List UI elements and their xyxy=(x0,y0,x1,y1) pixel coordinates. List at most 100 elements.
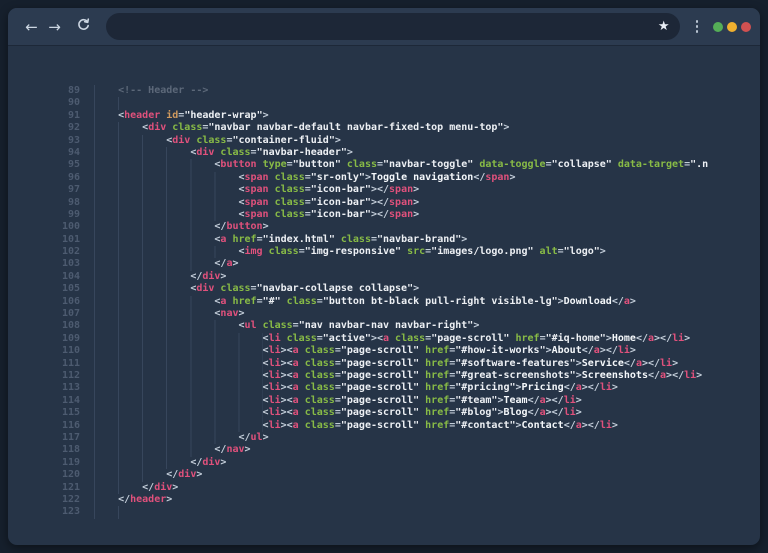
code-line: 90 xyxy=(8,97,760,109)
code-line: 113<li><a class="page-scroll" href="#pri… xyxy=(8,382,760,394)
code-text: <nav> xyxy=(214,308,244,320)
indent-guides xyxy=(94,482,142,494)
indent-guides xyxy=(94,358,263,370)
code-line: 122</header> xyxy=(8,494,760,506)
indent-guides xyxy=(94,345,263,357)
line-number: 123 xyxy=(8,506,80,518)
indent-guides xyxy=(94,258,214,270)
code-line: 115<li><a class="page-scroll" href="#blo… xyxy=(8,407,760,419)
indent-guides xyxy=(94,506,142,518)
line-number: 94 xyxy=(8,147,80,159)
line-number: 122 xyxy=(8,494,80,506)
code-line: 111<li><a class="page-scroll" href="#sof… xyxy=(8,358,760,370)
line-number: 118 xyxy=(8,444,80,456)
line-number: 101 xyxy=(8,234,80,246)
code-line: 118 </nav> xyxy=(8,444,760,456)
code-text: </a> xyxy=(214,258,238,270)
url-input[interactable] xyxy=(116,20,658,33)
indent-guides xyxy=(94,271,190,283)
line-number: 121 xyxy=(8,482,80,494)
code-line: 104 </div> xyxy=(8,271,760,283)
code-line: 117</ul> xyxy=(8,432,760,444)
code-text: </nav> xyxy=(214,444,250,456)
code-text: <li><a class="page-scroll" href="#how-it… xyxy=(263,345,636,357)
code-line: 101 <a href="index.html" class="navbar-br… xyxy=(8,234,760,246)
bookmark-star-icon[interactable]: ★ xyxy=(658,20,670,33)
back-button[interactable]: ← xyxy=(20,15,43,39)
code-text: <li><a class="page-scroll" href="#blog">… xyxy=(263,407,582,419)
status-dot-yellow[interactable] xyxy=(727,22,737,32)
code-text: </div> xyxy=(190,457,226,469)
forward-button[interactable]: → xyxy=(43,15,66,39)
code-text: <!-- Header --> xyxy=(118,85,208,97)
code-line: 98<span class="icon-bar"></span> xyxy=(8,197,760,209)
indent-guides xyxy=(94,147,190,159)
indent-guides xyxy=(94,457,190,469)
code-line: 116<li><a class="page-scroll" href="#con… xyxy=(8,420,760,432)
line-number: 105 xyxy=(8,283,80,295)
line-number: 104 xyxy=(8,271,80,283)
line-number: 92 xyxy=(8,122,80,134)
code-line: 114<li><a class="page-scroll" href="#tea… xyxy=(8,395,760,407)
code-line: 95<button type="button" class="navbar-to… xyxy=(8,159,760,171)
code-line: 107 <nav> xyxy=(8,308,760,320)
code-text: <a href="#" class="button bt-black pull-… xyxy=(214,296,636,308)
line-number: 100 xyxy=(8,221,80,233)
browser-window: ← → ★ 89<!-- Header -->9091<header id="h… xyxy=(8,8,760,545)
code-text: <a href="index.html" class="navbar-brand… xyxy=(214,234,467,246)
code-text: <li><a class="page-scroll" href="#great-… xyxy=(263,370,703,382)
code-text: </div> xyxy=(142,482,178,494)
line-number: 110 xyxy=(8,345,80,357)
code-line: 99<span class="icon-bar"></span> xyxy=(8,209,760,221)
code-text: <li class="active"><a class="page-scroll… xyxy=(263,333,691,345)
line-number: 113 xyxy=(8,382,80,394)
code-text: </div> xyxy=(190,271,226,283)
line-number: 98 xyxy=(8,197,80,209)
indent-guides xyxy=(94,444,214,456)
url-bar[interactable]: ★ xyxy=(106,13,680,40)
code-line: 119 </div> xyxy=(8,457,760,469)
code-editor[interactable]: 89<!-- Header -->9091<header id="header-… xyxy=(8,46,760,544)
line-number: 90 xyxy=(8,97,80,109)
code-line: 100</button> xyxy=(8,221,760,233)
line-number: 112 xyxy=(8,370,80,382)
indent-guides xyxy=(94,432,238,444)
code-line: 123 xyxy=(8,506,760,518)
indent-guides xyxy=(94,494,118,506)
line-number: 102 xyxy=(8,246,80,258)
code-line: 103</a> xyxy=(8,258,760,270)
code-text: <div class="navbar navbar-default navbar… xyxy=(142,122,509,134)
status-dot-red[interactable] xyxy=(741,22,751,32)
status-dot-green[interactable] xyxy=(713,22,723,32)
line-number: 107 xyxy=(8,308,80,320)
code-text: <div class="navbar-header"> xyxy=(190,147,353,159)
code-text: <div class="navbar-collapse collapse"> xyxy=(190,283,419,295)
indent-guides xyxy=(94,333,263,345)
indent-guides xyxy=(94,159,214,171)
code-line: 94 <div class="navbar-header"> xyxy=(8,147,760,159)
code-text: <ul class="nav navbar-nav navbar-right"> xyxy=(238,320,479,332)
indent-guides xyxy=(94,184,238,196)
code-line: 96<span class="sr-only">Toggle navigatio… xyxy=(8,172,760,184)
code-text: <header id="header-wrap"> xyxy=(118,110,269,122)
indent-guides xyxy=(94,370,263,382)
overflow-menu-icon[interactable] xyxy=(694,17,701,36)
reload-button[interactable] xyxy=(72,15,95,39)
line-number: 97 xyxy=(8,184,80,196)
indent-guides xyxy=(94,135,166,147)
line-number: 114 xyxy=(8,395,80,407)
code-text: <span class="sr-only">Toggle navigation<… xyxy=(238,172,515,184)
line-number: 106 xyxy=(8,296,80,308)
indent-guides xyxy=(94,97,142,109)
browser-toolbar: ← → ★ xyxy=(8,8,760,46)
code-text: <span class="icon-bar"></span> xyxy=(238,184,419,196)
line-number: 95 xyxy=(8,159,80,171)
code-line: 91<header id="header-wrap"> xyxy=(8,110,760,122)
line-number: 119 xyxy=(8,457,80,469)
indent-guides xyxy=(94,420,263,432)
code-line: 120</div> xyxy=(8,469,760,481)
indent-guides xyxy=(94,308,214,320)
indent-guides xyxy=(94,320,238,332)
code-line: 121 </div> xyxy=(8,482,760,494)
code-line: 109<li class="active"><a class="page-scr… xyxy=(8,333,760,345)
